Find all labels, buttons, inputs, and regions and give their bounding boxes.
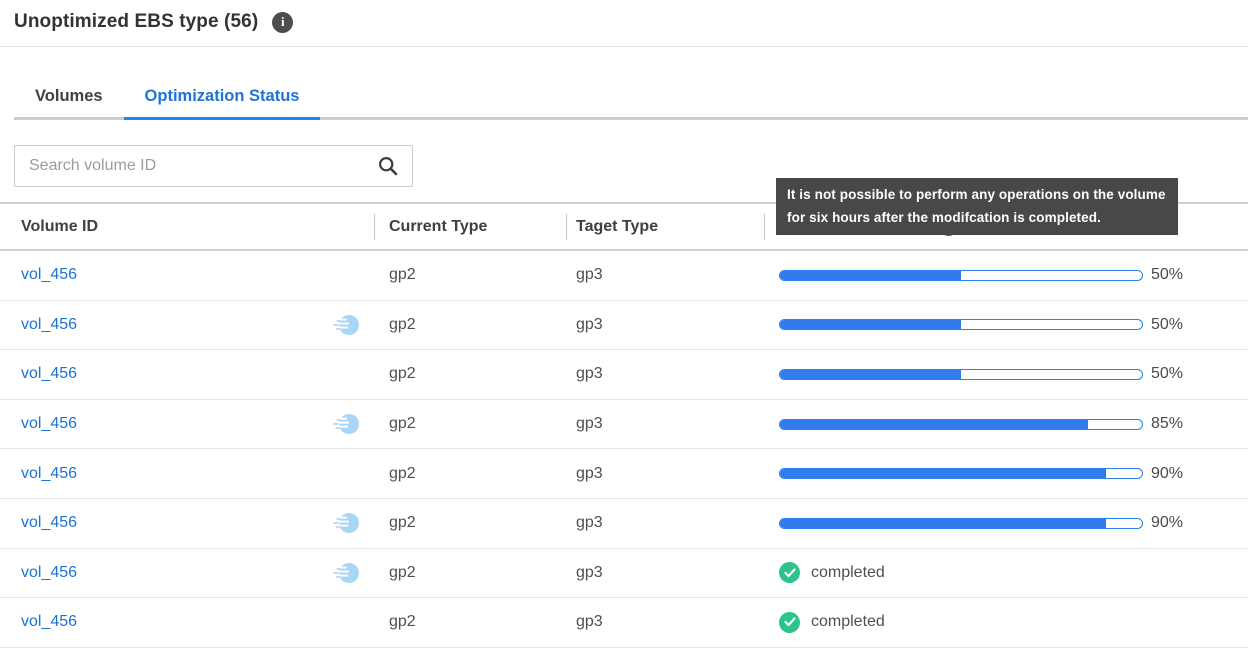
fast-restore-icon: [332, 560, 360, 586]
target-type-cell: gp3: [566, 613, 764, 631]
progress-label: 50%: [1151, 266, 1183, 284]
progress-group: 85%: [779, 415, 1183, 433]
volume-link[interactable]: vol_456: [21, 316, 77, 334]
modification-status-cell: completed: [764, 562, 1248, 583]
progress-label: 90%: [1151, 514, 1183, 532]
volume-id-cell: vol_456: [0, 609, 374, 635]
current-type-cell: gp2: [374, 465, 566, 483]
current-type-cell: gp2: [374, 365, 566, 383]
modification-status-cell: 85%: [764, 415, 1248, 433]
progress-group: 50%: [779, 316, 1183, 334]
fast-restore-icon: [332, 411, 360, 437]
check-icon: [779, 562, 800, 583]
check-icon: [779, 612, 800, 633]
modification-status-cell: 50%: [764, 365, 1248, 383]
volume-id-cell: vol_456: [0, 510, 374, 536]
volume-id-cell: vol_456: [0, 361, 374, 387]
search-container: [14, 145, 413, 187]
tab-bar: Volumes Optimization Status: [14, 74, 1248, 120]
progress-bar: [779, 518, 1143, 529]
progress-label: 50%: [1151, 316, 1183, 334]
progress-fill: [780, 519, 1106, 528]
volume-id-cell: vol_456: [0, 262, 374, 288]
table-row: vol_456 gp2 gp3 50%: [0, 301, 1248, 351]
tab-volumes[interactable]: Volumes: [14, 74, 124, 120]
current-type-cell: gp2: [374, 266, 566, 284]
page-title: Unoptimized EBS type (56): [14, 11, 258, 33]
modification-status-cell: completed: [764, 612, 1248, 633]
current-type-cell: gp2: [374, 613, 566, 631]
modification-status-cell: 50%: [764, 316, 1248, 334]
completed-group: completed: [779, 612, 885, 633]
volume-link[interactable]: vol_456: [21, 415, 77, 433]
target-type-cell: gp3: [566, 564, 764, 582]
volume-id-cell: vol_456: [0, 411, 374, 437]
progress-group: 90%: [779, 465, 1183, 483]
volume-link[interactable]: vol_456: [21, 465, 77, 483]
progress-bar: [779, 468, 1143, 479]
progress-bar: [779, 270, 1143, 281]
progress-fill: [780, 320, 961, 329]
target-type-cell: gp3: [566, 465, 764, 483]
target-type-cell: gp3: [566, 316, 764, 334]
target-type-cell: gp3: [566, 415, 764, 433]
volume-link[interactable]: vol_456: [21, 365, 77, 383]
search-icon[interactable]: [377, 155, 399, 177]
completed-label: completed: [811, 564, 885, 582]
progress-fill: [780, 420, 1088, 429]
progress-label: 90%: [1151, 465, 1183, 483]
current-type-cell: gp2: [374, 564, 566, 582]
optimization-table: Volume ID Current Type Taget Type Modifi…: [0, 202, 1248, 648]
table-row: vol_456 gp2 gp3 90%: [0, 449, 1248, 499]
progress-fill: [780, 469, 1106, 478]
completed-label: completed: [811, 613, 885, 631]
current-type-cell: gp2: [374, 415, 566, 433]
modification-status-cell: 50%: [764, 266, 1248, 284]
table-row: vol_456 gp2 gp3 50%: [0, 251, 1248, 301]
column-header-volume-id: Volume ID: [0, 218, 374, 236]
progress-bar: [779, 369, 1143, 380]
progress-group: 90%: [779, 514, 1183, 532]
target-type-cell: gp3: [566, 365, 764, 383]
progress-bar: [779, 319, 1143, 330]
progress-bar: [779, 419, 1143, 430]
volume-id-cell: vol_456: [0, 461, 374, 487]
volume-id-cell: vol_456: [0, 560, 374, 586]
volume-link[interactable]: vol_456: [21, 514, 77, 532]
table-row: vol_456 gp2 gp3 85%: [0, 400, 1248, 450]
modification-status-cell: 90%: [764, 514, 1248, 532]
tab-optimization-status[interactable]: Optimization Status: [124, 74, 321, 120]
page-header: Unoptimized EBS type (56) i: [0, 0, 1248, 47]
volume-id-cell: vol_456: [0, 312, 374, 338]
completed-group: completed: [779, 562, 885, 583]
fast-restore-icon: [332, 510, 360, 536]
info-icon[interactable]: i: [272, 12, 293, 33]
column-header-current-type: Current Type: [374, 218, 566, 236]
fast-restore-icon: [332, 312, 360, 338]
target-type-cell: gp3: [566, 266, 764, 284]
table-row: vol_456 gp2 gp3 50%: [0, 350, 1248, 400]
modification-status-tooltip: It is not possible to perform any operat…: [776, 178, 1178, 235]
progress-fill: [780, 370, 961, 379]
progress-group: 50%: [779, 365, 1183, 383]
table-row: vol_456 gp2 gp3 completed: [0, 549, 1248, 599]
volume-link[interactable]: vol_456: [21, 266, 77, 284]
current-type-cell: gp2: [374, 316, 566, 334]
search-input[interactable]: [14, 145, 413, 187]
progress-fill: [780, 271, 961, 280]
current-type-cell: gp2: [374, 514, 566, 532]
volume-link[interactable]: vol_456: [21, 613, 77, 631]
progress-label: 85%: [1151, 415, 1183, 433]
modification-status-cell: 90%: [764, 465, 1248, 483]
table-row: vol_456 gp2 gp3 90%: [0, 499, 1248, 549]
volume-link[interactable]: vol_456: [21, 564, 77, 582]
progress-label: 50%: [1151, 365, 1183, 383]
progress-group: 50%: [779, 266, 1183, 284]
column-header-target-type: Taget Type: [566, 218, 764, 236]
target-type-cell: gp3: [566, 514, 764, 532]
table-body: vol_456 gp2 gp3 50% vol_: [0, 251, 1248, 648]
table-row: vol_456 gp2 gp3 completed: [0, 598, 1248, 648]
